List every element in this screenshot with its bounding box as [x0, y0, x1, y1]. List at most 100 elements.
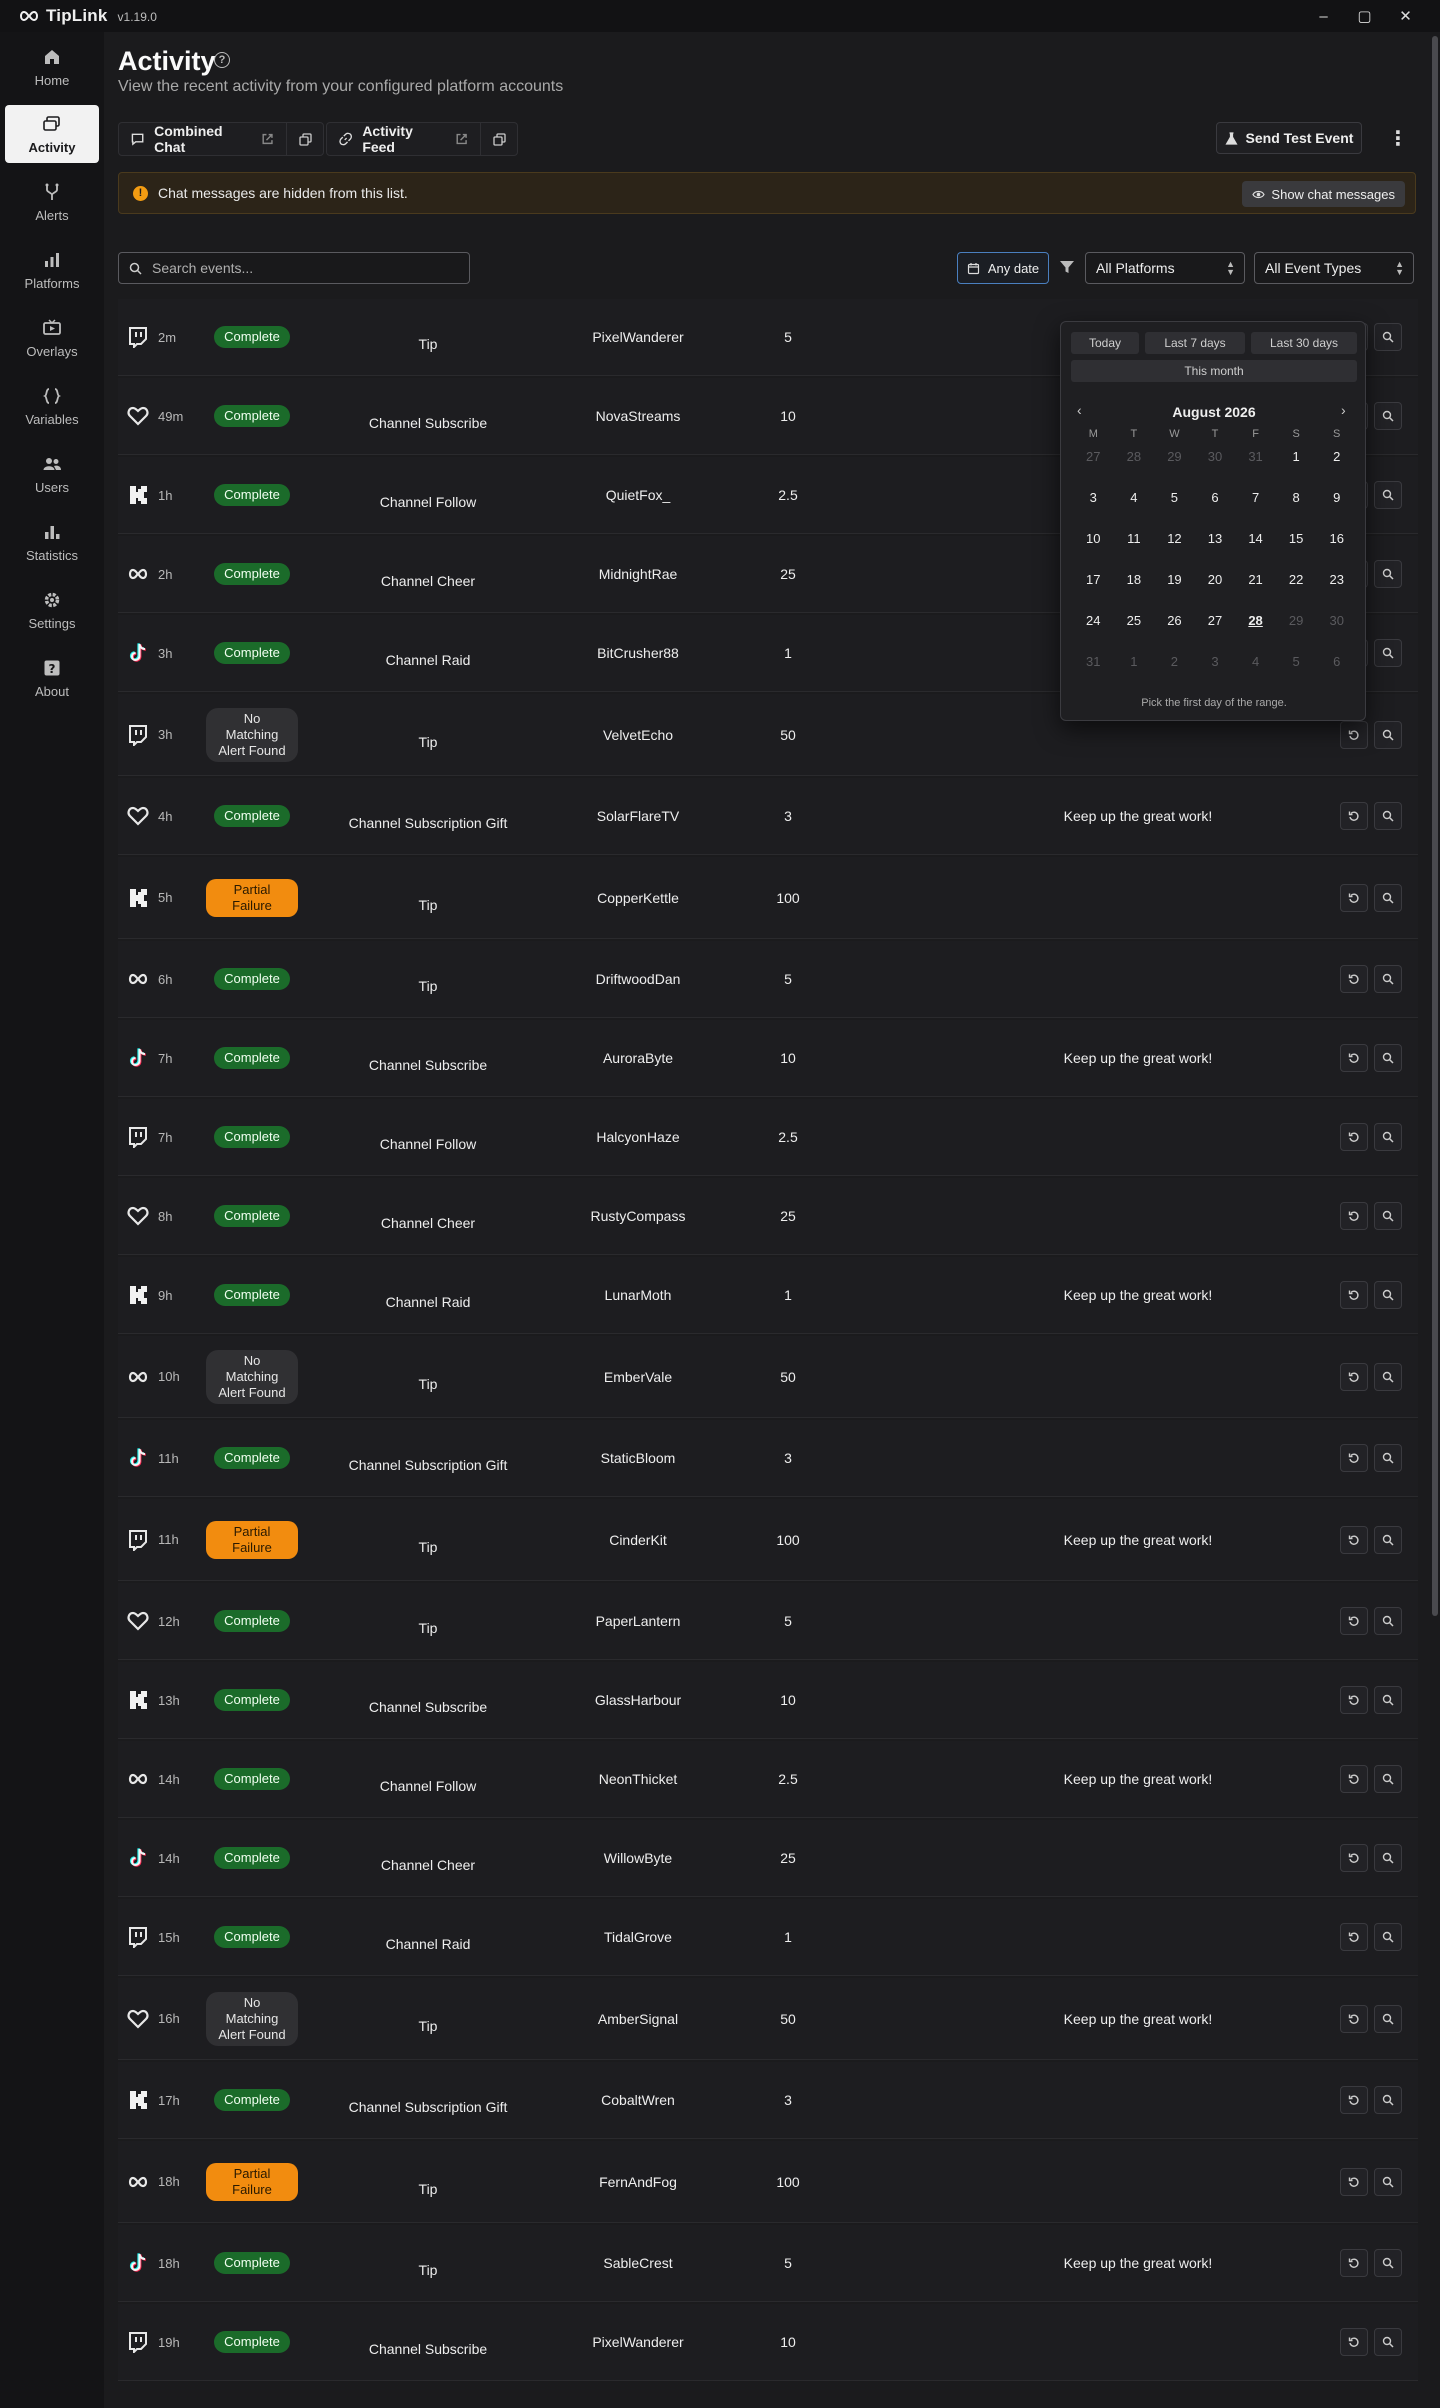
- sidebar-item-statistics[interactable]: Statistics: [5, 513, 99, 571]
- preset-this-month[interactable]: This month: [1071, 360, 1357, 382]
- platform-select[interactable]: All Platforms ▲ ▼: [1085, 252, 1245, 284]
- calendar-day[interactable]: 23: [1316, 569, 1357, 610]
- table-row[interactable]: 19h Complete Channel Subscribe PixelWandere…: [118, 2304, 1418, 2381]
- preset-last-7-days[interactable]: Last 7 days: [1145, 332, 1245, 354]
- calendar-day[interactable]: 17: [1073, 569, 1114, 610]
- next-month-chevron-icon[interactable]: ›: [1341, 402, 1346, 418]
- inspect-button[interactable]: [1374, 481, 1402, 509]
- calendar-day[interactable]: 18: [1114, 569, 1155, 610]
- inspect-button[interactable]: [1374, 1123, 1402, 1151]
- calendar-day[interactable]: 5: [1154, 487, 1195, 528]
- close-button[interactable]: ✕: [1385, 0, 1426, 32]
- replay-button[interactable]: [1340, 1362, 1368, 1391]
- table-row[interactable]: 14h Complete Channel Follow NeonThicket 2.5 K…: [118, 1741, 1418, 1818]
- table-row[interactable]: 15h Complete Channel Raid TidalGrove 1: [118, 1899, 1418, 1976]
- inspect-button[interactable]: [1374, 1686, 1402, 1714]
- copy-activity-feed-button[interactable]: [481, 123, 517, 155]
- sidebar-item-activity[interactable]: Activity: [5, 105, 99, 163]
- copy-combined-chat-button[interactable]: [287, 123, 323, 155]
- calendar-day[interactable]: 6: [1316, 651, 1357, 692]
- calendar-day[interactable]: 20: [1195, 569, 1236, 610]
- calendar-day[interactable]: 9: [1316, 487, 1357, 528]
- table-row[interactable]: 7h Complete Channel Subscribe AuroraByte 10 K…: [118, 1020, 1418, 1097]
- calendar-day[interactable]: 22: [1276, 569, 1317, 610]
- replay-button[interactable]: [1340, 1686, 1368, 1714]
- sidebar-item-users[interactable]: Users: [5, 445, 99, 503]
- replay-button[interactable]: [1340, 965, 1368, 993]
- calendar-day[interactable]: 26: [1154, 610, 1195, 651]
- inspect-button[interactable]: [1374, 1044, 1402, 1072]
- sidebar-item-home[interactable]: Home: [5, 38, 99, 96]
- inspect-button[interactable]: [1374, 1202, 1402, 1230]
- inspect-button[interactable]: [1374, 1444, 1402, 1472]
- table-row[interactable]: 18h Complete Tip SableCrest 5 Keep up the gre…: [118, 2225, 1418, 2302]
- calendar-day[interactable]: 15: [1276, 528, 1317, 569]
- table-row[interactable]: 4h Complete Channel Subscription Gift Solar…: [118, 778, 1418, 855]
- calendar-day[interactable]: 29: [1154, 446, 1195, 487]
- table-row[interactable]: 18h Partial Failure Tip FernAndFog 100: [118, 2141, 1418, 2223]
- inspect-button[interactable]: [1374, 2004, 1402, 2033]
- inspect-button[interactable]: [1374, 883, 1402, 912]
- inspect-button[interactable]: [1374, 402, 1402, 430]
- send-test-event-button[interactable]: Send Test Event: [1216, 122, 1362, 154]
- calendar-day[interactable]: 5: [1276, 651, 1317, 692]
- calendar-day[interactable]: 11: [1114, 528, 1155, 569]
- sidebar-item-about[interactable]: ? About: [5, 649, 99, 707]
- replay-button[interactable]: [1340, 1525, 1368, 1554]
- replay-button[interactable]: [1340, 1202, 1368, 1230]
- calendar-day[interactable]: 21: [1235, 569, 1276, 610]
- sidebar-item-overlays[interactable]: Overlays: [5, 309, 99, 367]
- table-row[interactable]: 17h Complete Channel Subscription Gift Coba…: [118, 2062, 1418, 2139]
- replay-button[interactable]: [1340, 802, 1368, 830]
- calendar-day[interactable]: 19: [1154, 569, 1195, 610]
- show-chat-messages-button[interactable]: Show chat messages: [1242, 181, 1405, 207]
- maximize-button[interactable]: ▢: [1344, 0, 1385, 32]
- replay-button[interactable]: [1340, 1444, 1368, 1472]
- replay-button[interactable]: [1340, 1044, 1368, 1072]
- inspect-button[interactable]: [1374, 1765, 1402, 1793]
- more-options-button[interactable]: ⋮: [1386, 122, 1410, 154]
- calendar-day[interactable]: 25: [1114, 610, 1155, 651]
- calendar-day[interactable]: 24: [1073, 610, 1114, 651]
- calendar-day-today[interactable]: 28: [1235, 610, 1276, 651]
- calendar-day[interactable]: 14: [1235, 528, 1276, 569]
- calendar-day[interactable]: 27: [1195, 610, 1236, 651]
- inspect-button[interactable]: [1374, 2086, 1402, 2114]
- replay-button[interactable]: [1340, 2167, 1368, 2196]
- table-row[interactable]: 6h Complete Tip DriftwoodDan 5: [118, 941, 1418, 1018]
- calendar-day[interactable]: 4: [1114, 487, 1155, 528]
- calendar-day[interactable]: 1: [1114, 651, 1155, 692]
- inspect-button[interactable]: [1374, 1607, 1402, 1635]
- scrollbar[interactable]: [1430, 32, 1440, 2408]
- replay-button[interactable]: [1340, 720, 1368, 749]
- calendar-day[interactable]: 8: [1276, 487, 1317, 528]
- preset-last-30-days[interactable]: Last 30 days: [1251, 332, 1357, 354]
- calendar-day[interactable]: 6: [1195, 487, 1236, 528]
- table-row[interactable]: 11h Complete Channel Subscription Gift Stat…: [118, 1420, 1418, 1497]
- replay-button[interactable]: [1340, 1607, 1368, 1635]
- event-type-select[interactable]: All Event Types ▲ ▼: [1254, 252, 1414, 284]
- table-row[interactable]: 5h Partial Failure Tip CopperKettle 100: [118, 857, 1418, 939]
- table-row[interactable]: 12h Complete Tip PaperLantern 5: [118, 1583, 1418, 1660]
- replay-button[interactable]: [1340, 1765, 1368, 1793]
- calendar-day[interactable]: 13: [1195, 528, 1236, 569]
- search-input[interactable]: [152, 260, 442, 276]
- replay-button[interactable]: [1340, 2249, 1368, 2277]
- calendar-day[interactable]: 30: [1316, 610, 1357, 651]
- inspect-button[interactable]: [1374, 2328, 1402, 2356]
- replay-button[interactable]: [1340, 2086, 1368, 2114]
- replay-button[interactable]: [1340, 1923, 1368, 1951]
- sidebar-item-platforms[interactable]: Platforms: [5, 241, 99, 299]
- table-row[interactable]: 10h No Matching Alert Found Tip EmberVale 50: [118, 1336, 1418, 1418]
- calendar-day[interactable]: 1: [1276, 446, 1317, 487]
- inspect-button[interactable]: [1374, 560, 1402, 588]
- table-row[interactable]: 11h Partial Failure Tip CinderKit 100 Keep up…: [118, 1499, 1418, 1581]
- table-row[interactable]: 14h Complete Channel Cheer WillowByte 25: [118, 1820, 1418, 1897]
- help-icon[interactable]: ?: [214, 52, 230, 68]
- inspect-button[interactable]: [1374, 639, 1402, 667]
- replay-button[interactable]: [1340, 1281, 1368, 1309]
- calendar-day[interactable]: 30: [1195, 446, 1236, 487]
- sidebar-item-variables[interactable]: Variables: [5, 377, 99, 435]
- inspect-button[interactable]: [1374, 1844, 1402, 1872]
- replay-button[interactable]: [1340, 883, 1368, 912]
